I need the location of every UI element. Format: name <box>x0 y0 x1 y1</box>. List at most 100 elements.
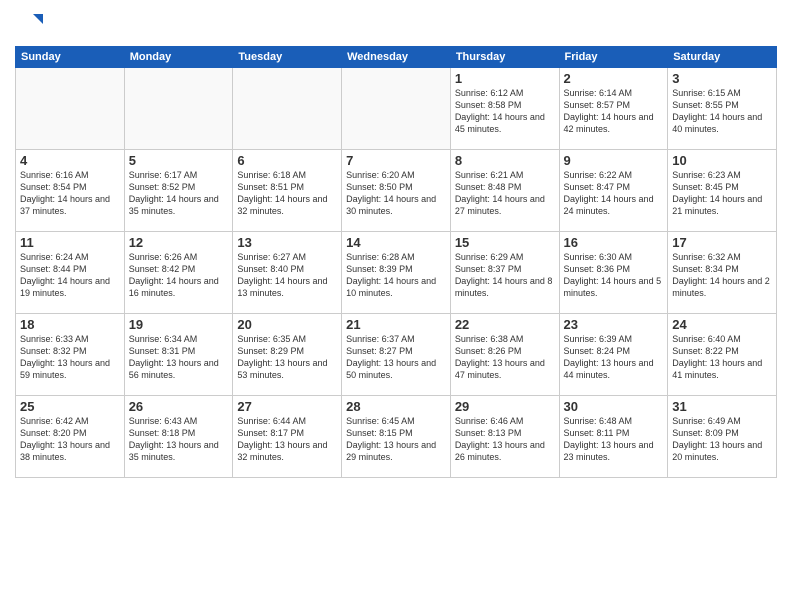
day-info: Sunrise: 6:14 AM Sunset: 8:57 PM Dayligh… <box>564 87 664 136</box>
calendar-cell: 10Sunrise: 6:23 AM Sunset: 8:45 PM Dayli… <box>668 150 777 232</box>
calendar-header: SundayMondayTuesdayWednesdayThursdayFrid… <box>16 47 777 68</box>
calendar-cell <box>16 68 125 150</box>
header-row: SundayMondayTuesdayWednesdayThursdayFrid… <box>16 47 777 68</box>
day-info: Sunrise: 6:34 AM Sunset: 8:31 PM Dayligh… <box>129 333 229 382</box>
day-number: 31 <box>672 399 772 414</box>
column-header-saturday: Saturday <box>668 47 777 68</box>
calendar-cell: 24Sunrise: 6:40 AM Sunset: 8:22 PM Dayli… <box>668 314 777 396</box>
calendar-cell: 27Sunrise: 6:44 AM Sunset: 8:17 PM Dayli… <box>233 396 342 478</box>
day-number: 20 <box>237 317 337 332</box>
calendar-cell: 1Sunrise: 6:12 AM Sunset: 8:58 PM Daylig… <box>450 68 559 150</box>
day-number: 30 <box>564 399 664 414</box>
day-info: Sunrise: 6:23 AM Sunset: 8:45 PM Dayligh… <box>672 169 772 218</box>
calendar-cell: 14Sunrise: 6:28 AM Sunset: 8:39 PM Dayli… <box>342 232 451 314</box>
day-info: Sunrise: 6:24 AM Sunset: 8:44 PM Dayligh… <box>20 251 120 300</box>
day-info: Sunrise: 6:20 AM Sunset: 8:50 PM Dayligh… <box>346 169 446 218</box>
day-number: 25 <box>20 399 120 414</box>
day-number: 17 <box>672 235 772 250</box>
calendar-cell: 25Sunrise: 6:42 AM Sunset: 8:20 PM Dayli… <box>16 396 125 478</box>
day-number: 4 <box>20 153 120 168</box>
day-number: 7 <box>346 153 446 168</box>
day-info: Sunrise: 6:49 AM Sunset: 8:09 PM Dayligh… <box>672 415 772 464</box>
calendar-cell: 7Sunrise: 6:20 AM Sunset: 8:50 PM Daylig… <box>342 150 451 232</box>
day-info: Sunrise: 6:42 AM Sunset: 8:20 PM Dayligh… <box>20 415 120 464</box>
calendar-cell: 31Sunrise: 6:49 AM Sunset: 8:09 PM Dayli… <box>668 396 777 478</box>
calendar-cell <box>233 68 342 150</box>
day-info: Sunrise: 6:17 AM Sunset: 8:52 PM Dayligh… <box>129 169 229 218</box>
column-header-sunday: Sunday <box>16 47 125 68</box>
day-info: Sunrise: 6:12 AM Sunset: 8:58 PM Dayligh… <box>455 87 555 136</box>
calendar-cell: 3Sunrise: 6:15 AM Sunset: 8:55 PM Daylig… <box>668 68 777 150</box>
day-number: 2 <box>564 71 664 86</box>
day-number: 23 <box>564 317 664 332</box>
calendar-cell: 20Sunrise: 6:35 AM Sunset: 8:29 PM Dayli… <box>233 314 342 396</box>
day-info: Sunrise: 6:27 AM Sunset: 8:40 PM Dayligh… <box>237 251 337 300</box>
day-number: 10 <box>672 153 772 168</box>
day-number: 18 <box>20 317 120 332</box>
column-header-monday: Monday <box>124 47 233 68</box>
week-row-3: 18Sunrise: 6:33 AM Sunset: 8:32 PM Dayli… <box>16 314 777 396</box>
day-number: 14 <box>346 235 446 250</box>
day-number: 24 <box>672 317 772 332</box>
calendar-cell: 12Sunrise: 6:26 AM Sunset: 8:42 PM Dayli… <box>124 232 233 314</box>
day-number: 26 <box>129 399 229 414</box>
week-row-2: 11Sunrise: 6:24 AM Sunset: 8:44 PM Dayli… <box>16 232 777 314</box>
calendar-cell: 22Sunrise: 6:38 AM Sunset: 8:26 PM Dayli… <box>450 314 559 396</box>
logo <box>15 10 47 40</box>
day-info: Sunrise: 6:37 AM Sunset: 8:27 PM Dayligh… <box>346 333 446 382</box>
day-info: Sunrise: 6:16 AM Sunset: 8:54 PM Dayligh… <box>20 169 120 218</box>
day-number: 1 <box>455 71 555 86</box>
day-info: Sunrise: 6:15 AM Sunset: 8:55 PM Dayligh… <box>672 87 772 136</box>
day-info: Sunrise: 6:38 AM Sunset: 8:26 PM Dayligh… <box>455 333 555 382</box>
day-number: 6 <box>237 153 337 168</box>
day-number: 3 <box>672 71 772 86</box>
column-header-thursday: Thursday <box>450 47 559 68</box>
calendar-cell: 29Sunrise: 6:46 AM Sunset: 8:13 PM Dayli… <box>450 396 559 478</box>
calendar-body: 1Sunrise: 6:12 AM Sunset: 8:58 PM Daylig… <box>16 68 777 478</box>
calendar-cell <box>342 68 451 150</box>
day-info: Sunrise: 6:45 AM Sunset: 8:15 PM Dayligh… <box>346 415 446 464</box>
calendar-cell: 26Sunrise: 6:43 AM Sunset: 8:18 PM Dayli… <box>124 396 233 478</box>
day-number: 29 <box>455 399 555 414</box>
calendar-cell: 13Sunrise: 6:27 AM Sunset: 8:40 PM Dayli… <box>233 232 342 314</box>
calendar-cell: 8Sunrise: 6:21 AM Sunset: 8:48 PM Daylig… <box>450 150 559 232</box>
day-info: Sunrise: 6:35 AM Sunset: 8:29 PM Dayligh… <box>237 333 337 382</box>
calendar-cell: 18Sunrise: 6:33 AM Sunset: 8:32 PM Dayli… <box>16 314 125 396</box>
day-number: 28 <box>346 399 446 414</box>
week-row-4: 25Sunrise: 6:42 AM Sunset: 8:20 PM Dayli… <box>16 396 777 478</box>
calendar-cell: 9Sunrise: 6:22 AM Sunset: 8:47 PM Daylig… <box>559 150 668 232</box>
day-info: Sunrise: 6:48 AM Sunset: 8:11 PM Dayligh… <box>564 415 664 464</box>
day-info: Sunrise: 6:39 AM Sunset: 8:24 PM Dayligh… <box>564 333 664 382</box>
day-number: 27 <box>237 399 337 414</box>
calendar-cell: 21Sunrise: 6:37 AM Sunset: 8:27 PM Dayli… <box>342 314 451 396</box>
day-info: Sunrise: 6:21 AM Sunset: 8:48 PM Dayligh… <box>455 169 555 218</box>
day-number: 12 <box>129 235 229 250</box>
calendar-cell: 4Sunrise: 6:16 AM Sunset: 8:54 PM Daylig… <box>16 150 125 232</box>
calendar-cell: 17Sunrise: 6:32 AM Sunset: 8:34 PM Dayli… <box>668 232 777 314</box>
day-number: 9 <box>564 153 664 168</box>
day-info: Sunrise: 6:46 AM Sunset: 8:13 PM Dayligh… <box>455 415 555 464</box>
calendar-cell: 15Sunrise: 6:29 AM Sunset: 8:37 PM Dayli… <box>450 232 559 314</box>
calendar-cell: 2Sunrise: 6:14 AM Sunset: 8:57 PM Daylig… <box>559 68 668 150</box>
day-number: 15 <box>455 235 555 250</box>
week-row-1: 4Sunrise: 6:16 AM Sunset: 8:54 PM Daylig… <box>16 150 777 232</box>
day-info: Sunrise: 6:26 AM Sunset: 8:42 PM Dayligh… <box>129 251 229 300</box>
calendar-cell: 28Sunrise: 6:45 AM Sunset: 8:15 PM Dayli… <box>342 396 451 478</box>
column-header-wednesday: Wednesday <box>342 47 451 68</box>
day-number: 11 <box>20 235 120 250</box>
calendar-cell: 19Sunrise: 6:34 AM Sunset: 8:31 PM Dayli… <box>124 314 233 396</box>
calendar-cell: 5Sunrise: 6:17 AM Sunset: 8:52 PM Daylig… <box>124 150 233 232</box>
day-number: 5 <box>129 153 229 168</box>
day-info: Sunrise: 6:40 AM Sunset: 8:22 PM Dayligh… <box>672 333 772 382</box>
day-number: 22 <box>455 317 555 332</box>
calendar-cell: 6Sunrise: 6:18 AM Sunset: 8:51 PM Daylig… <box>233 150 342 232</box>
day-info: Sunrise: 6:32 AM Sunset: 8:34 PM Dayligh… <box>672 251 772 300</box>
day-info: Sunrise: 6:43 AM Sunset: 8:18 PM Dayligh… <box>129 415 229 464</box>
week-row-0: 1Sunrise: 6:12 AM Sunset: 8:58 PM Daylig… <box>16 68 777 150</box>
page-container: SundayMondayTuesdayWednesdayThursdayFrid… <box>0 0 792 612</box>
header <box>15 10 777 40</box>
day-number: 19 <box>129 317 229 332</box>
calendar-cell: 30Sunrise: 6:48 AM Sunset: 8:11 PM Dayli… <box>559 396 668 478</box>
calendar-cell: 23Sunrise: 6:39 AM Sunset: 8:24 PM Dayli… <box>559 314 668 396</box>
day-info: Sunrise: 6:18 AM Sunset: 8:51 PM Dayligh… <box>237 169 337 218</box>
